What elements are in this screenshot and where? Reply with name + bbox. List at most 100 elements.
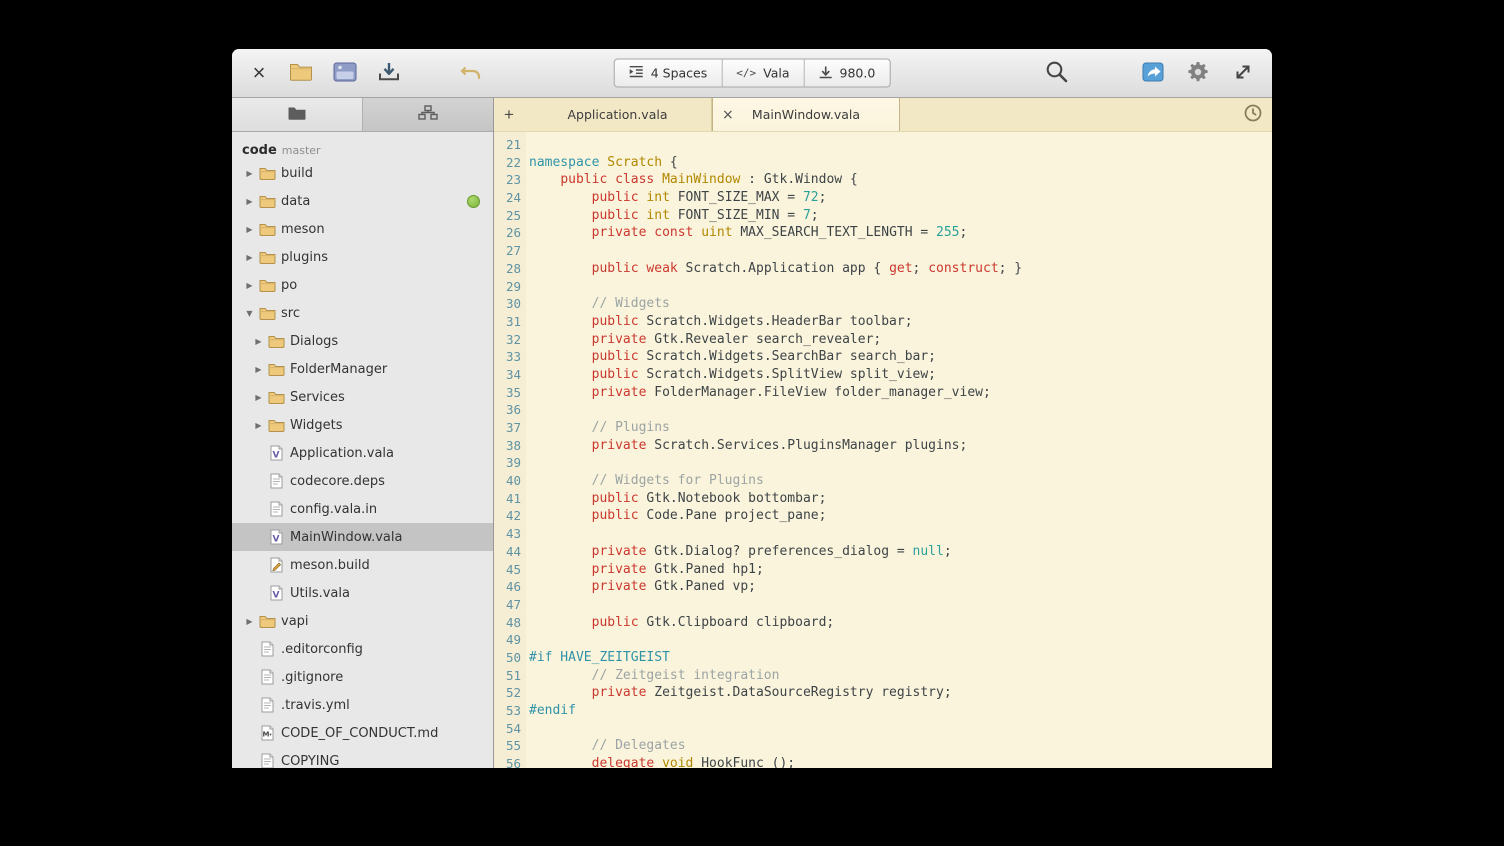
code-line-content: // Widgets [526, 295, 670, 313]
code-line[interactable]: 32 private Gtk.Revealer search_revealer; [494, 331, 1272, 349]
code-line[interactable]: 23 public class MainWindow : Gtk.Window … [494, 171, 1272, 189]
code-line-content [526, 596, 529, 614]
code-line[interactable]: 27 [494, 242, 1272, 260]
code-line[interactable]: 22namespace Scratch { [494, 154, 1272, 172]
code-line[interactable]: 33 public Scratch.Widgets.SearchBar sear… [494, 348, 1272, 366]
code-line[interactable]: 53#endif [494, 702, 1272, 720]
tree-item-plugins[interactable]: ▶plugins [232, 243, 493, 271]
line-number: 48 [494, 614, 526, 632]
expanded-arrow-icon[interactable]: ▼ [242, 309, 257, 318]
tree-item-config-vala-in[interactable]: config.vala.in [232, 495, 493, 523]
sidebar-tab-outline[interactable] [363, 98, 493, 131]
tree-item-mainwindow-vala[interactable]: VMainWindow.vala [232, 523, 493, 551]
code-line[interactable]: 28 public weak Scratch.Application app {… [494, 260, 1272, 278]
code-line-content [526, 136, 529, 154]
goto-line-button[interactable]: 980.0 [804, 60, 889, 87]
templates-button[interactable] [330, 58, 360, 88]
collapsed-arrow-icon[interactable]: ▶ [251, 421, 266, 430]
code-line[interactable]: 43 [494, 525, 1272, 543]
collapsed-arrow-icon[interactable]: ▶ [242, 225, 257, 234]
code-line[interactable]: 34 public Scratch.Widgets.SplitView spli… [494, 366, 1272, 384]
code-line[interactable]: 52 private Zeitgeist.DataSourceRegistry … [494, 684, 1272, 702]
code-line[interactable]: 47 [494, 596, 1272, 614]
collapsed-arrow-icon[interactable]: ▶ [251, 337, 266, 346]
code-line[interactable]: 40 // Widgets for Plugins [494, 472, 1272, 490]
code-line[interactable]: 31 public Scratch.Widgets.HeaderBar tool… [494, 313, 1272, 331]
document-tab-mainwindow-vala[interactable]: ×MainWindow.vala [712, 98, 900, 131]
fullscreen-button[interactable] [1228, 58, 1258, 88]
collapsed-arrow-icon[interactable]: ▶ [251, 365, 266, 374]
code-line-content [526, 720, 529, 738]
share-button[interactable] [1138, 58, 1168, 88]
tree-item-po[interactable]: ▶po [232, 271, 493, 299]
collapsed-arrow-icon[interactable]: ▶ [242, 617, 257, 626]
indent-width-button[interactable]: 4 Spaces [615, 60, 723, 87]
collapsed-arrow-icon[interactable]: ▶ [242, 197, 257, 206]
tree-item-label: Utils.vala [290, 586, 350, 601]
collapsed-arrow-icon[interactable]: ▶ [251, 393, 266, 402]
open-folder-button[interactable] [286, 58, 316, 88]
code-line[interactable]: 50#if HAVE_ZEITGEIST [494, 649, 1272, 667]
code-line[interactable]: 51 // Zeitgeist integration [494, 667, 1272, 685]
settings-button[interactable] [1183, 58, 1213, 88]
code-line[interactable]: 55 // Delegates [494, 737, 1272, 755]
collapsed-arrow-icon[interactable]: ▶ [242, 253, 257, 262]
tree-item-travis-yml[interactable]: .travis.yml [232, 691, 493, 719]
code-line[interactable]: 21 [494, 136, 1272, 154]
code-line[interactable]: 39 [494, 454, 1272, 472]
code-line[interactable]: 35 private FolderManager.FileView folder… [494, 384, 1272, 402]
history-button[interactable] [1234, 98, 1272, 131]
code-line[interactable]: 48 public Gtk.Clipboard clipboard; [494, 614, 1272, 632]
code-line[interactable]: 54 [494, 720, 1272, 738]
tree-item-copying[interactable]: COPYING [232, 747, 493, 768]
code-line[interactable]: 36 [494, 401, 1272, 419]
new-tab-button[interactable]: + [494, 98, 524, 131]
code-line[interactable]: 49 [494, 631, 1272, 649]
line-number: 26 [494, 224, 526, 242]
tree-item-services[interactable]: ▶Services [232, 383, 493, 411]
tab-close-icon[interactable]: × [722, 108, 734, 122]
code-line[interactable]: 37 // Plugins [494, 419, 1272, 437]
tree-item-meson-build[interactable]: meson.build [232, 551, 493, 579]
tree-item-editorconfig[interactable]: .editorconfig [232, 635, 493, 663]
tree-item-data[interactable]: ▶data [232, 187, 493, 215]
tree-item-dialogs[interactable]: ▶Dialogs [232, 327, 493, 355]
tree-item-application-vala[interactable]: VApplication.vala [232, 439, 493, 467]
search-button[interactable] [1041, 58, 1071, 88]
tree-item-foldermanager[interactable]: ▶FolderManager [232, 355, 493, 383]
code-line[interactable]: 29 [494, 278, 1272, 296]
document-tab-application-vala[interactable]: Application.vala [524, 98, 712, 131]
close-window-button[interactable]: × [246, 58, 272, 88]
code-line[interactable]: 26 private const uint MAX_SEARCH_TEXT_LE… [494, 224, 1272, 242]
sidebar-tab-files[interactable] [232, 98, 363, 131]
code-line[interactable]: 44 private Gtk.Dialog? preferences_dialo… [494, 543, 1272, 561]
tree-item-build[interactable]: ▶build [232, 159, 493, 187]
language-button[interactable]: </> Vala [722, 60, 804, 87]
save-as-button[interactable] [374, 58, 404, 88]
code-line[interactable]: 42 public Code.Pane project_pane; [494, 507, 1272, 525]
line-number: 33 [494, 348, 526, 366]
revert-button[interactable] [456, 58, 486, 88]
code-line[interactable]: 25 public int FONT_SIZE_MIN = 7; [494, 207, 1272, 225]
collapsed-arrow-icon[interactable]: ▶ [242, 169, 257, 178]
code-line[interactable]: 38 private Scratch.Services.PluginsManag… [494, 437, 1272, 455]
code-line[interactable]: 24 public int FONT_SIZE_MAX = 72; [494, 189, 1272, 207]
tree-item-codecore-deps[interactable]: codecore.deps [232, 467, 493, 495]
tree-item-gitignore[interactable]: .gitignore [232, 663, 493, 691]
code-line[interactable]: 56 delegate void HookFunc (); [494, 755, 1272, 768]
code-line[interactable]: 46 private Gtk.Paned vp; [494, 578, 1272, 596]
tree-item-code-of-conduct-md[interactable]: MCODE_OF_CONDUCT.md [232, 719, 493, 747]
tree-item-src[interactable]: ▼src [232, 299, 493, 327]
tree-item-meson[interactable]: ▶meson [232, 215, 493, 243]
code-view[interactable]: 2122namespace Scratch {23 public class M… [494, 132, 1272, 768]
code-line[interactable]: 30 // Widgets [494, 295, 1272, 313]
tree-item-widgets[interactable]: ▶Widgets [232, 411, 493, 439]
sidebar-tabs [232, 98, 493, 132]
code-line[interactable]: 45 private Gtk.Paned hp1; [494, 561, 1272, 579]
tree-item-utils-vala[interactable]: VUtils.vala [232, 579, 493, 607]
collapsed-arrow-icon[interactable]: ▶ [242, 281, 257, 290]
tree-item-vapi[interactable]: ▶vapi [232, 607, 493, 635]
code-line[interactable]: 41 public Gtk.Notebook bottombar; [494, 490, 1272, 508]
project-header[interactable]: codemaster [232, 132, 493, 159]
tree-item-label: .gitignore [281, 670, 343, 685]
